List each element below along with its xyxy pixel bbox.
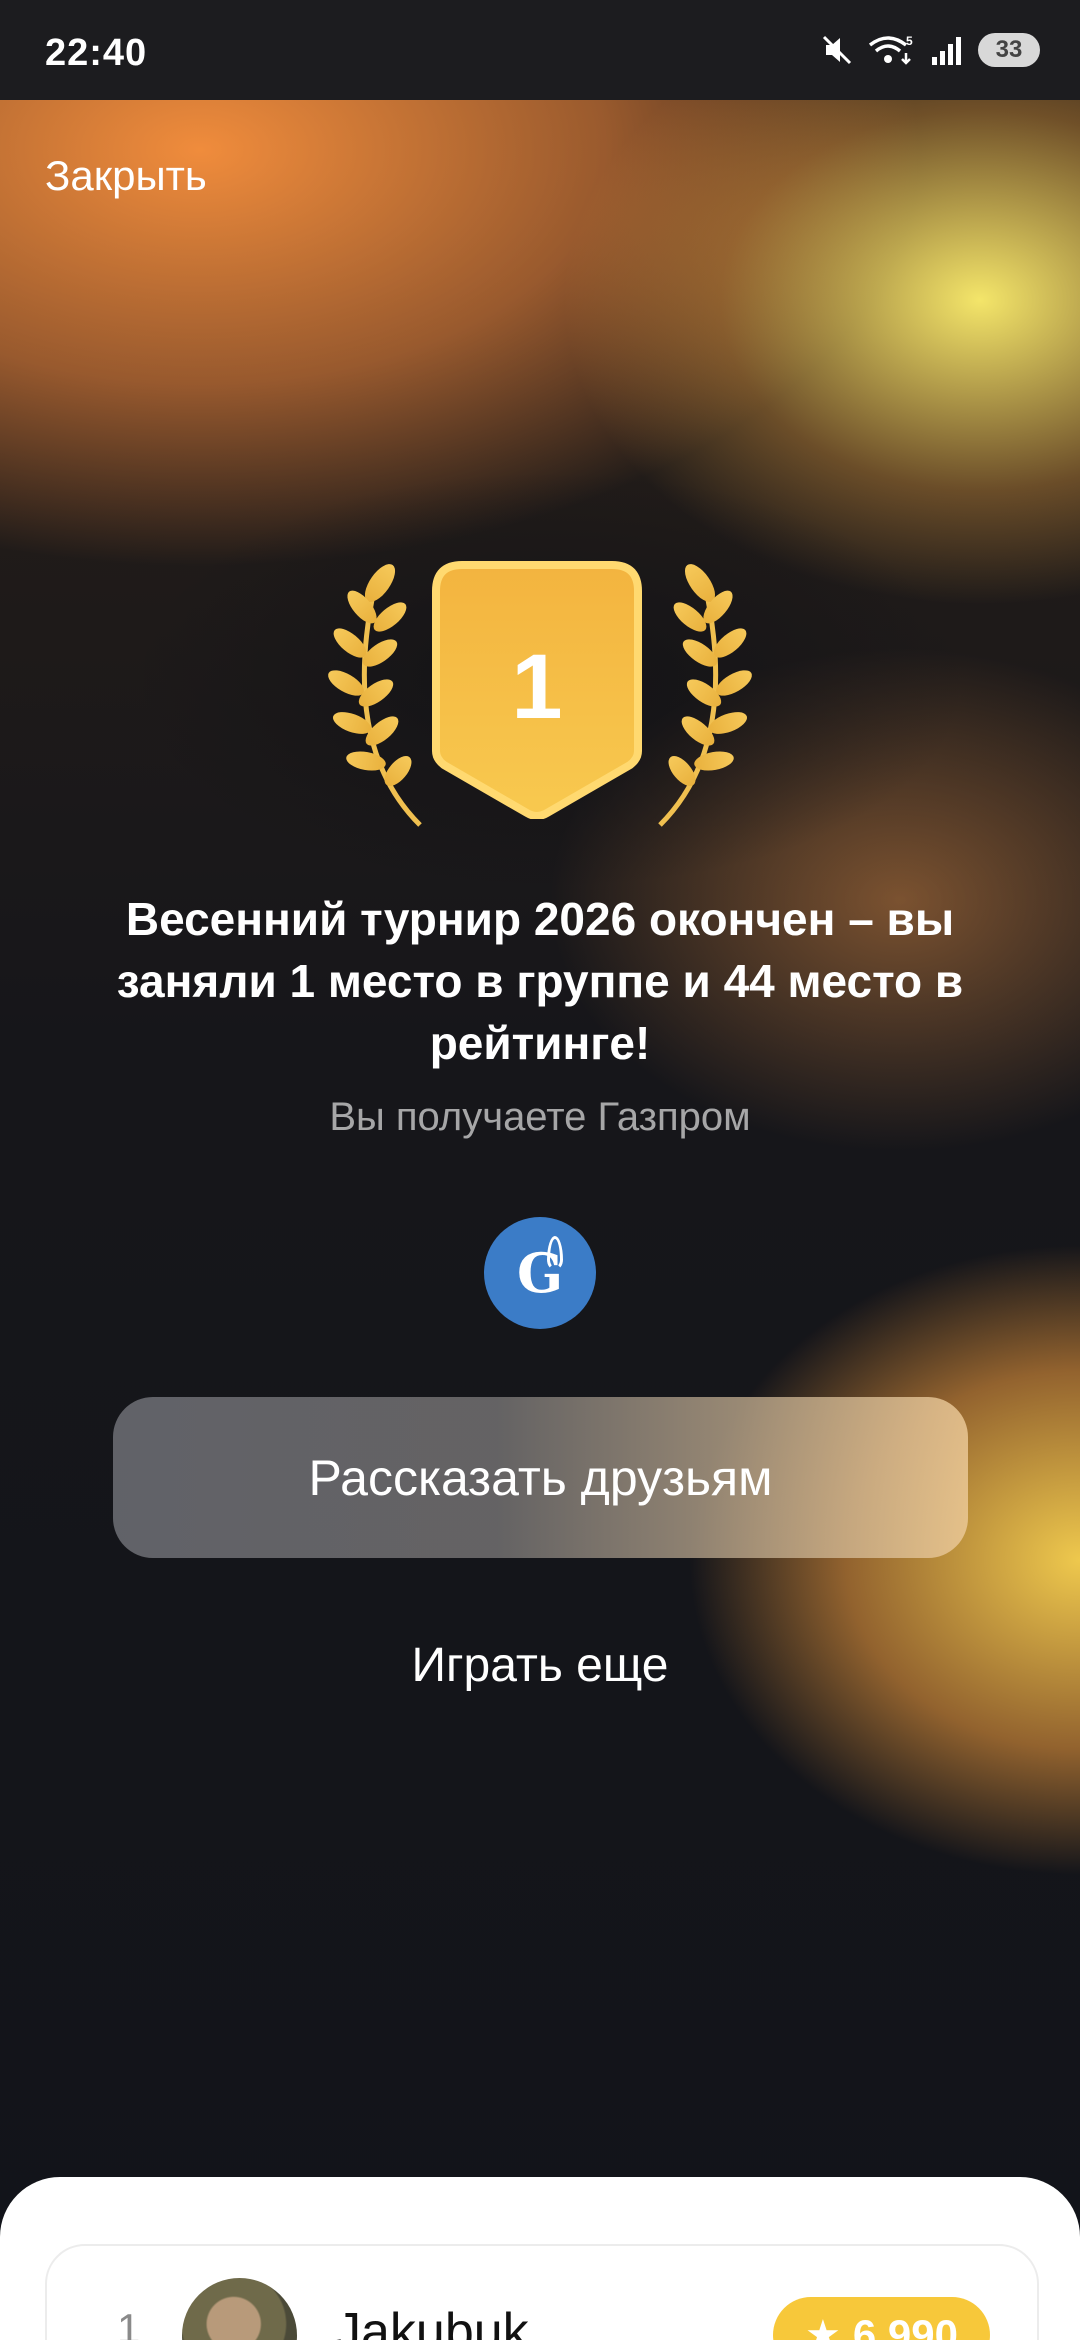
mute-icon (822, 35, 852, 65)
star-icon: ★ (805, 2313, 841, 2340)
play-more-button[interactable]: Играть еще (240, 1638, 840, 1693)
screen: 22:40 5 33 Закрыть 1 Весенний турнир 202… (0, 0, 1080, 2340)
status-time: 22:40 (45, 32, 148, 74)
status-icons: 5 33 (820, 30, 1040, 70)
status-bar: 22:40 5 33 (0, 0, 1080, 100)
svg-text:5: 5 (906, 34, 913, 48)
row-username: Jakubuk (335, 2303, 529, 2340)
close-button[interactable]: Закрыть (45, 152, 207, 200)
battery-icon: 33 (978, 33, 1040, 67)
score-badge: ★ 6 990 (773, 2297, 990, 2340)
wifi-icon: 5 (868, 34, 913, 65)
result-title: Весенний турнир 2026 окончен – вы заняли… (116, 893, 964, 1069)
reward-subtitle: Вы получаете Газпром (329, 1095, 751, 1139)
score-value: 6 990 (852, 2311, 958, 2340)
gradient-background (0, 0, 1080, 2340)
rank-number: 1 (511, 636, 563, 738)
rank-badge: 1 (320, 545, 760, 835)
signal-icon (932, 37, 961, 65)
row-rank: 1 (117, 2305, 141, 2340)
gazprom-logo-icon: G (484, 1217, 596, 1329)
share-button[interactable]: Рассказать друзьям (113, 1397, 968, 1558)
